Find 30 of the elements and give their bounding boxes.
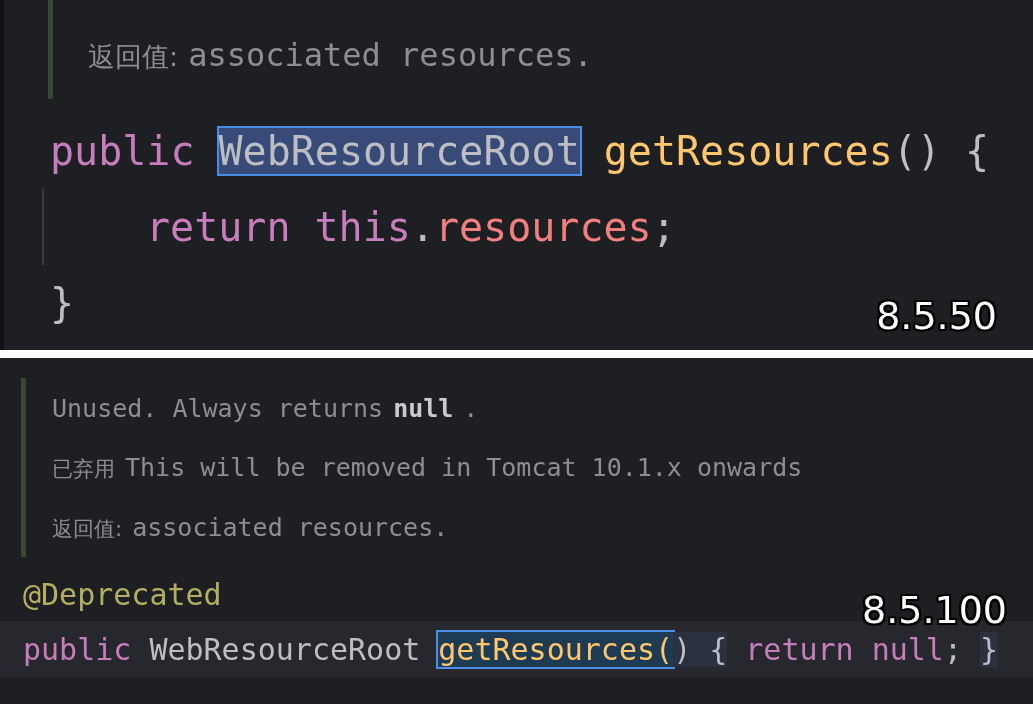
punctuation: () [892, 128, 941, 174]
punctuation: ; [651, 204, 676, 250]
punctuation: { [963, 128, 989, 174]
keyword: public [23, 631, 132, 667]
method-name: getResources [602, 128, 893, 174]
keyword: this [313, 204, 411, 250]
doc-text: associated resources. [188, 36, 593, 74]
punctuation: . [410, 204, 435, 250]
method-name: getResources( [437, 631, 674, 667]
punctuation: } [50, 280, 75, 326]
doc-code: null [393, 394, 454, 423]
version-label: 8.5.100 [861, 588, 1007, 632]
version-label: 8.5.50 [876, 294, 997, 338]
doc-label: 已弃用 [52, 455, 115, 483]
type-name: WebResourceRoot [148, 631, 421, 667]
doc-label: 返回值: [88, 40, 179, 74]
doc-text: associated resources. [132, 513, 449, 542]
annotation: @Deprecated [23, 576, 222, 612]
punctuation: } [979, 631, 999, 667]
keyword: return [145, 204, 291, 250]
keyword: public [50, 128, 195, 174]
doc-label: 返回值: [52, 515, 123, 543]
punctuation: ; [943, 631, 962, 667]
doc-text: . [463, 394, 479, 423]
doc-text: Unused. Always returns [52, 394, 384, 423]
keyword: null [870, 631, 944, 667]
field-name: resources [434, 204, 652, 250]
punctuation: ) { [673, 631, 728, 667]
keyword: return [744, 631, 854, 667]
doc-text: This will be removed in Tomcat 10.1.x onwards [125, 453, 803, 482]
